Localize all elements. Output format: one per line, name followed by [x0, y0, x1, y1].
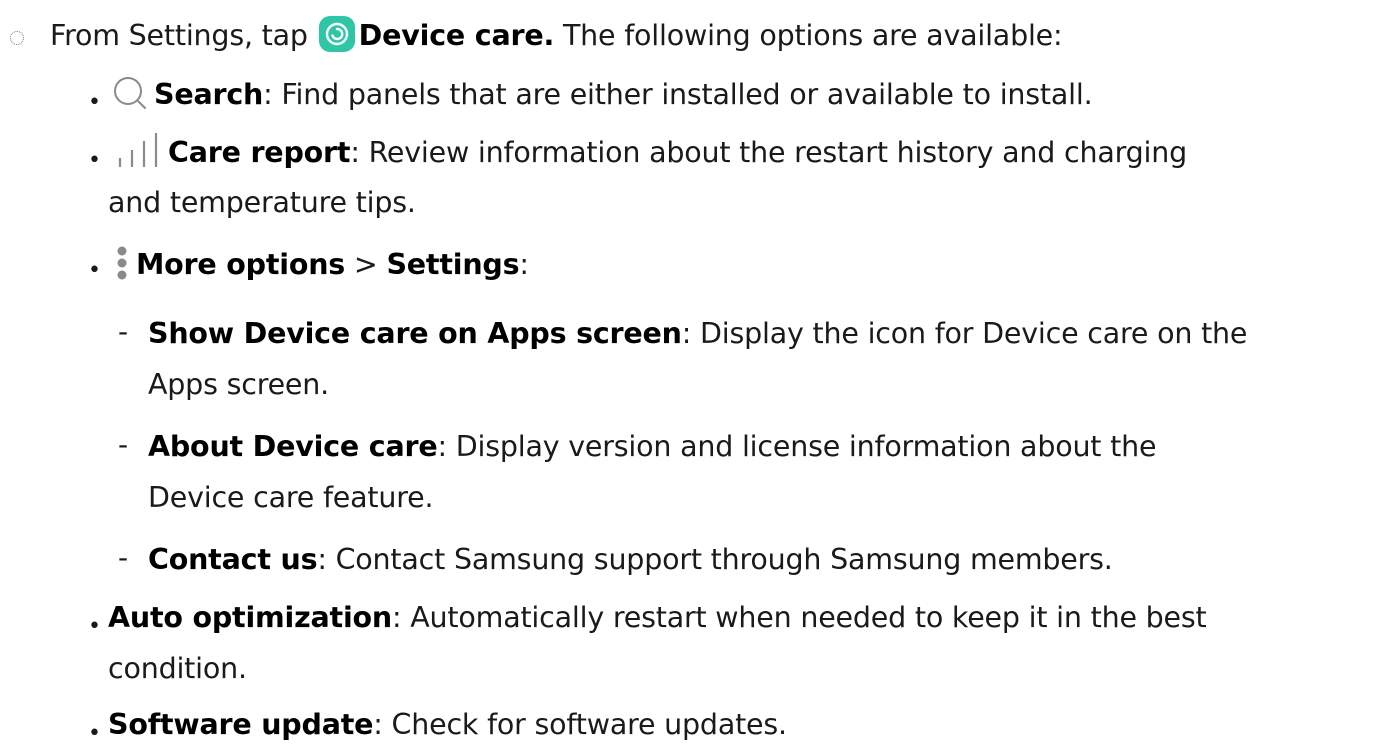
more-options-icon — [108, 243, 136, 283]
setting-item: Show Device care on Apps screen: Display… — [148, 315, 1247, 352]
device-care-icon — [318, 16, 355, 52]
option-care-report-cont: and temperature tips. — [108, 184, 416, 221]
option-software-update: Software update: Check for software upda… — [108, 706, 787, 743]
option-title: Software update — [108, 708, 374, 741]
bullet-icon: • — [88, 614, 101, 639]
intro-app-name: Device care. — [358, 19, 555, 52]
option-text: : Review information about the restart h… — [350, 136, 1187, 169]
bullet-icon: • — [88, 148, 101, 173]
setting-title: About Device care — [148, 430, 438, 463]
option-text-cont: and temperature tips. — [108, 186, 416, 219]
option-title: Care report — [168, 136, 351, 169]
option-colon: : — [519, 248, 529, 281]
setting-item-cont: Device care feature. — [148, 479, 434, 516]
option-title: More options — [136, 248, 346, 281]
bar-chart-icon — [108, 133, 168, 169]
option-title: Search — [154, 78, 264, 111]
bullet-icon: • — [88, 90, 101, 115]
option-title-2: Settings — [386, 248, 520, 281]
option-title: Auto optimization — [108, 601, 392, 634]
option-auto-optimization-cont: condition. — [108, 650, 247, 687]
dash-marker: - — [118, 428, 129, 461]
dash-marker: - — [118, 541, 129, 574]
option-auto-optimization: Auto optimization: Automatically restart… — [108, 599, 1207, 636]
option-more-options: More options > Settings: — [108, 243, 529, 283]
setting-text-cont: Device care feature. — [148, 481, 434, 514]
setting-text: : Contact Samsung support through Samsun… — [317, 543, 1113, 576]
option-text: : Automatically restart when needed to k… — [392, 601, 1207, 634]
dash-marker: - — [118, 315, 129, 348]
intro-prefix: From Settings, tap — [50, 19, 308, 52]
setting-text: : Display version and license informatio… — [437, 430, 1157, 463]
option-text: : Check for software updates. — [373, 708, 787, 741]
step-marker-icon — [10, 31, 24, 45]
setting-text-cont: Apps screen. — [148, 368, 329, 401]
option-separator: > — [345, 248, 387, 281]
setting-item-cont: Apps screen. — [148, 366, 329, 403]
option-text: : Find panels that are either installed … — [263, 78, 1093, 111]
option-care-report: Care report: Review information about th… — [108, 133, 1187, 171]
setting-item: About Device care: Display version and l… — [148, 428, 1157, 465]
setting-title: Show Device care on Apps screen — [148, 317, 682, 350]
setting-text: : Display the icon for Device care on th… — [681, 317, 1248, 350]
bullet-icon: • — [88, 258, 101, 283]
search-icon — [108, 75, 154, 111]
setting-title: Contact us — [148, 543, 318, 576]
setting-item: Contact us: Contact Samsung support thro… — [148, 541, 1113, 578]
bullet-icon: • — [88, 721, 101, 746]
option-search: Search: Find panels that are either inst… — [108, 75, 1093, 113]
help-document: From Settings, tap Device care. The foll… — [0, 0, 1386, 747]
option-text-cont: condition. — [108, 652, 247, 685]
intro-suffix: The following options are available: — [562, 19, 1063, 52]
intro-line: From Settings, tap Device care. The foll… — [50, 16, 1063, 54]
